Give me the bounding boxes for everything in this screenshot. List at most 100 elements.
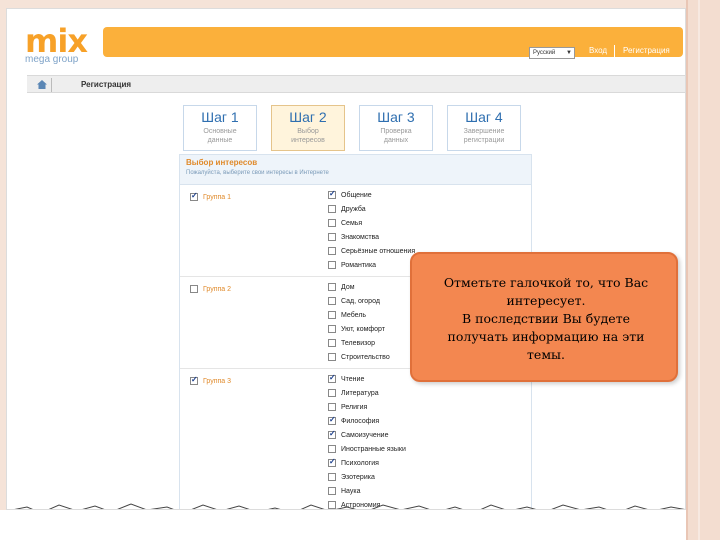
interest-label: Самоизучение: [341, 431, 389, 439]
interest-checkbox[interactable]: [328, 473, 336, 481]
interest-label: Психология: [341, 459, 379, 467]
interest-item[interactable]: Самоизучение: [328, 429, 389, 439]
interest-label: Уют, комфорт: [341, 325, 385, 333]
interest-checkbox[interactable]: [328, 445, 336, 453]
interest-item[interactable]: Эзотерика: [328, 473, 375, 481]
callout-bubble: Отметьте галочкой то, что Вас интересует…: [410, 252, 678, 382]
interest-label: Религия: [341, 403, 368, 411]
interest-checkbox[interactable]: [328, 219, 336, 227]
interest-checkbox[interactable]: [328, 389, 336, 397]
group-label: Группа 1: [203, 193, 232, 201]
interest-label: Мебель: [341, 311, 367, 319]
interest-checkbox[interactable]: [328, 247, 336, 255]
interest-checkbox[interactable]: [328, 339, 336, 347]
interest-item[interactable]: Дружба: [328, 205, 366, 213]
group-2-checkbox[interactable]: [190, 285, 198, 293]
group-checkbox-1[interactable]: Группа 1: [190, 191, 232, 201]
form-subtitle: Пожалуйста, выберите свои интересы в Инт…: [186, 170, 329, 176]
group-checkbox-2[interactable]: Группа 2: [190, 285, 231, 293]
interest-label: Чтение: [341, 375, 365, 383]
interest-checkbox[interactable]: [328, 487, 336, 495]
interest-label: Дружба: [341, 205, 366, 213]
interest-label: Романтика: [341, 261, 377, 269]
interest-checkbox[interactable]: [328, 325, 336, 333]
language-select[interactable]: Русский ▼: [529, 47, 575, 59]
interest-checkbox[interactable]: [328, 233, 336, 241]
step-description: Основные данные: [203, 128, 237, 144]
interest-item[interactable]: Иностранные языки: [328, 445, 406, 453]
interest-label: Телевизор: [341, 339, 376, 347]
form-header: Выбор интересов Пожалуйста, выберите сво…: [180, 155, 531, 185]
interest-label: Дом: [341, 283, 355, 291]
group-1-checkbox[interactable]: [190, 191, 198, 201]
interest-item[interactable]: Наука: [328, 487, 360, 495]
group-checkbox-3[interactable]: Группа 3: [190, 375, 232, 385]
interest-checkbox[interactable]: [328, 353, 336, 361]
breadcrumb: Регистрация: [27, 75, 685, 93]
interest-checkbox[interactable]: [328, 457, 336, 467]
step-number: Шаг 3: [377, 109, 415, 125]
interest-checkbox[interactable]: [328, 373, 336, 383]
interest-group-row: Группа 3 Чтение Литература Религия Филос…: [180, 369, 531, 509]
step-3[interactable]: Шаг 3 Проверка данных: [359, 105, 433, 151]
interest-label: Строительство: [341, 353, 390, 361]
interest-checkbox[interactable]: [328, 283, 336, 291]
register-link[interactable]: Регистрация: [623, 46, 670, 55]
interest-item[interactable]: Общение: [328, 189, 372, 199]
interest-item[interactable]: Серьёзные отношения: [328, 247, 415, 255]
logo-main: mix: [25, 22, 88, 60]
interest-label: Сад, огород: [341, 297, 380, 305]
interest-label: Философия: [341, 417, 380, 425]
interest-item[interactable]: Романтика: [328, 261, 376, 269]
interest-label: Знакомства: [341, 233, 380, 241]
interest-checkbox[interactable]: [328, 311, 336, 319]
interest-label: Наука: [341, 487, 361, 495]
slide-right-band: [686, 0, 720, 540]
site-logo[interactable]: mix mega group: [25, 25, 101, 69]
step-2[interactable]: Шаг 2 Выбор интересов: [271, 105, 345, 151]
interest-item[interactable]: Литература: [328, 389, 379, 397]
interest-checkbox[interactable]: [328, 297, 336, 305]
interest-label: Литература: [341, 389, 379, 397]
interest-item[interactable]: Религия: [328, 403, 367, 411]
interest-checkbox[interactable]: [328, 415, 336, 425]
chevron-down-icon: ▼: [566, 50, 572, 56]
interest-label: Иностранные языки: [341, 445, 406, 453]
login-link[interactable]: Вход: [589, 46, 607, 55]
breadcrumb-current: Регистрация: [81, 80, 132, 89]
interest-checkbox[interactable]: [328, 205, 336, 213]
breadcrumb-separator: [51, 78, 52, 92]
group-label: Группа 3: [203, 377, 232, 385]
interest-item[interactable]: Телевизор: [328, 339, 375, 347]
step-1[interactable]: Шаг 1 Основные данные: [183, 105, 257, 151]
interest-item[interactable]: Дом: [328, 283, 355, 291]
interest-checkbox[interactable]: [328, 189, 336, 199]
interest-checkbox[interactable]: [328, 429, 336, 439]
interest-checkbox[interactable]: [328, 261, 336, 269]
group-3-checkbox[interactable]: [190, 375, 198, 385]
interest-item[interactable]: Семья: [328, 219, 362, 227]
language-value: Русский: [533, 50, 556, 56]
home-icon[interactable]: [37, 80, 47, 89]
torn-paper-edge: [14, 503, 685, 509]
step-description: Выбор интересов: [291, 128, 325, 144]
interest-item[interactable]: Знакомства: [328, 233, 379, 241]
interest-item[interactable]: Психология: [328, 457, 379, 467]
slide-background: [0, 510, 686, 540]
interest-checkbox[interactable]: [328, 403, 336, 411]
site-header: mix mega group: [21, 23, 683, 69]
interest-label: Серьёзные отношения: [341, 247, 416, 255]
interest-item[interactable]: Уют, комфорт: [328, 325, 385, 333]
interest-item[interactable]: Чтение: [328, 373, 365, 383]
step-number: Шаг 2: [289, 109, 327, 125]
interest-item[interactable]: Мебель: [328, 311, 366, 319]
interest-item[interactable]: Строительство: [328, 353, 390, 361]
form-title: Выбор интересов: [186, 158, 258, 167]
step-description: Проверка данных: [380, 128, 412, 144]
step-number: Шаг 1: [201, 109, 239, 125]
interest-label: Эзотерика: [341, 473, 375, 481]
interest-item[interactable]: Сад, огород: [328, 297, 380, 305]
step-4[interactable]: Шаг 4 Завершение регистрации: [447, 105, 521, 151]
group-label: Группа 2: [203, 285, 232, 293]
interest-item[interactable]: Философия: [328, 415, 380, 425]
